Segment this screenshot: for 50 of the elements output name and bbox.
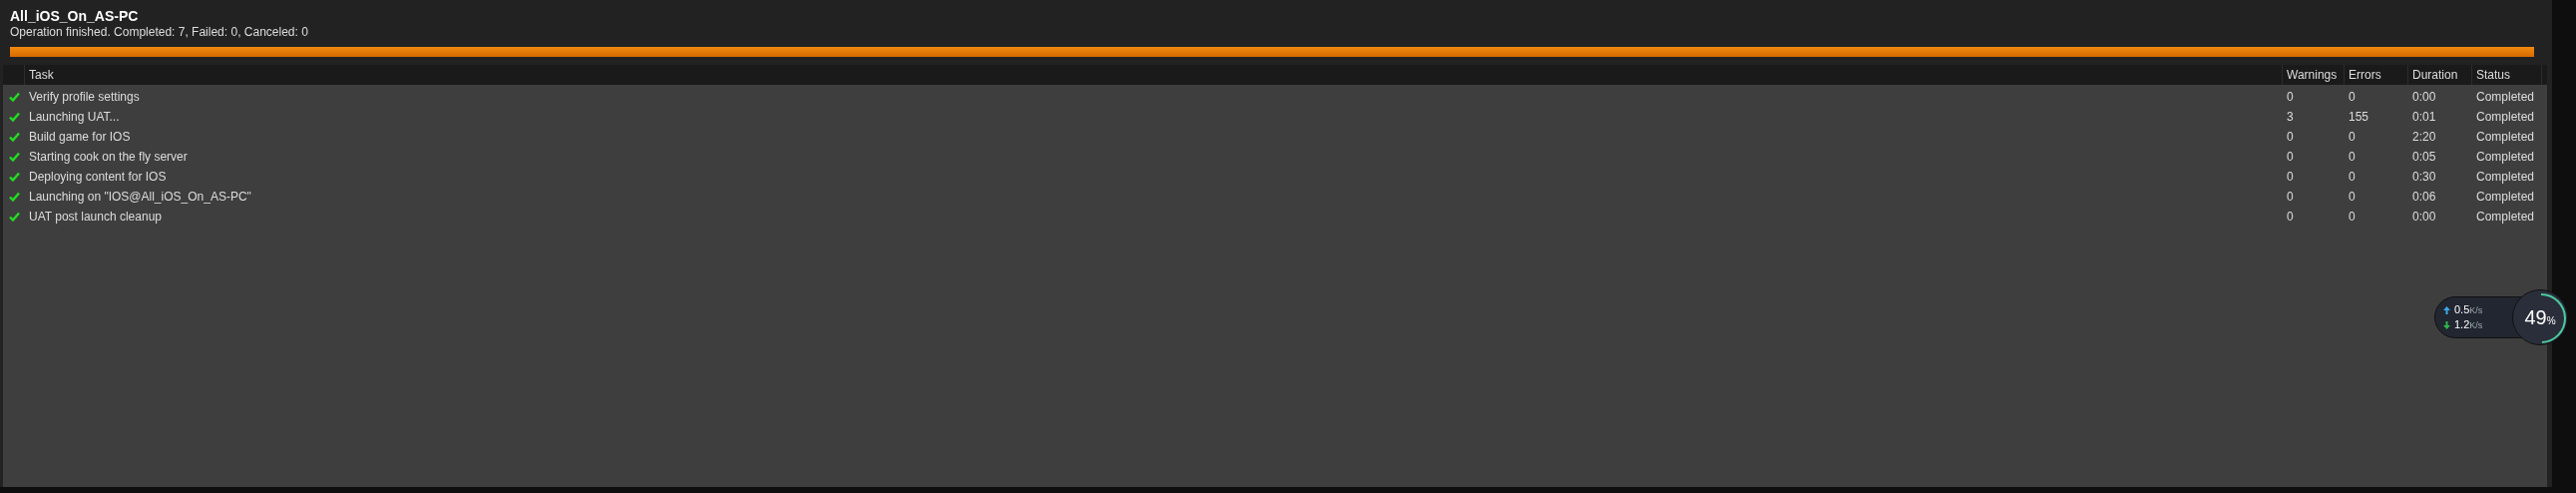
table-cell-text: Completed	[2475, 130, 2535, 144]
table-cell-text: Completed	[2475, 90, 2535, 104]
speed-unit: K/s	[2469, 305, 2483, 315]
speed-unit: K/s	[2469, 320, 2483, 330]
table-cell-text: 155	[2348, 110, 2369, 124]
table-cell-text: 0	[2348, 130, 2356, 144]
table-cell-text: Completed	[2475, 190, 2535, 204]
status-text: Operation finished. Completed: 7, Failed: 0, Canceled: 0	[10, 25, 308, 40]
table-cell-text: 0:01	[2411, 110, 2436, 124]
table-cell-text: Starting cook on the fly server	[28, 150, 188, 164]
table-cell-text: Completed	[2475, 110, 2535, 124]
column-header[interactable]: Duration	[2408, 66, 2458, 84]
percent-sign: %	[2546, 315, 2556, 326]
table-cell-text: 0	[2348, 170, 2356, 184]
table-cell-text: 0	[2286, 90, 2294, 104]
table-cell-text: Launching UAT...	[28, 110, 120, 124]
table-cell-text: 0	[2348, 210, 2356, 224]
column-header[interactable]: Errors	[2345, 66, 2381, 84]
upload-arrow-icon	[2443, 305, 2450, 314]
table-cell-text: Launching on "IOS@All_iOS_On_AS-PC"	[28, 190, 251, 204]
table-cell-text: 3	[2286, 110, 2294, 124]
table-cell-text: 0:00	[2411, 90, 2436, 104]
table-cell-text: 0:05	[2411, 150, 2436, 164]
table-cell-text: 0:00	[2411, 210, 2436, 224]
table-cell-text: 0:30	[2411, 170, 2436, 184]
table-cell-text: 0	[2286, 190, 2294, 204]
table-cell-text: UAT post launch cleanup	[28, 210, 162, 224]
table-cell-text: Completed	[2475, 210, 2535, 224]
column-header[interactable]: Status	[2472, 66, 2511, 84]
table-cell-text: 0	[2286, 170, 2294, 184]
table-cell-text: 0	[2348, 90, 2356, 104]
table-cell-text: 0	[2286, 130, 2294, 144]
table-cell-text: Verify profile settings	[28, 90, 140, 104]
table-cell-text: 0:06	[2411, 190, 2436, 204]
table-cell-text: 0	[2286, 210, 2294, 224]
table-cell-text: 0	[2348, 150, 2356, 164]
download-arrow-icon	[2443, 320, 2450, 329]
table-cell-text: Deploying content for IOS	[28, 170, 167, 184]
table-cell-text: Completed	[2475, 170, 2535, 184]
column-header[interactable]: Task	[25, 66, 54, 84]
column-header[interactable]: Warnings	[2283, 66, 2338, 84]
table-cell-text: 2:20	[2411, 130, 2436, 144]
table-cell-text: 0	[2286, 150, 2294, 164]
table-cell-text: Completed	[2475, 150, 2535, 164]
download-speed: 1.2	[2454, 318, 2470, 330]
usage-percent: 49	[2524, 306, 2547, 328]
upload-speed: 0.5	[2454, 303, 2470, 315]
table-cell-text: Build game for IOS	[28, 130, 131, 144]
table-cell-text: 0	[2348, 190, 2356, 204]
window-title: All_iOS_On_AS-PC	[10, 7, 139, 25]
